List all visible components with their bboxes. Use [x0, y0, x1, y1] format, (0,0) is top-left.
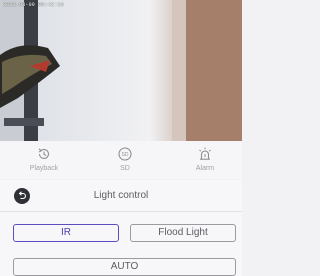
sd-label: SD — [120, 165, 130, 172]
light-control-panel: Light control IR Flood Light AUTO — [0, 180, 242, 276]
alarm-label: Alarm — [195, 165, 215, 172]
ir-button[interactable]: IR — [13, 224, 119, 242]
sd-button[interactable]: SD SD — [95, 146, 155, 176]
alarm-icon — [199, 147, 211, 160]
camera-toolbar: Playback SD SD Alarm — [0, 141, 242, 179]
svg-text:SD: SD — [122, 152, 129, 158]
playback-label: Playback — [29, 165, 59, 172]
alarm-button[interactable]: Alarm — [175, 146, 235, 176]
camera-scene — [0, 0, 242, 141]
playback-icon — [38, 148, 50, 159]
panel-title: Light control — [93, 190, 149, 201]
playback-button[interactable]: Playback — [14, 146, 74, 176]
osd-timestamp: 2023-08-09 08:42:15 — [3, 2, 64, 8]
sd-card-icon: SD — [118, 147, 132, 161]
auto-button[interactable]: AUTO — [13, 258, 236, 276]
camera-feed[interactable]: 2023-08-09 08:42:15 — [0, 0, 242, 141]
flood-light-button[interactable]: Flood Light — [130, 224, 236, 242]
panel-header: Light control — [0, 180, 242, 212]
